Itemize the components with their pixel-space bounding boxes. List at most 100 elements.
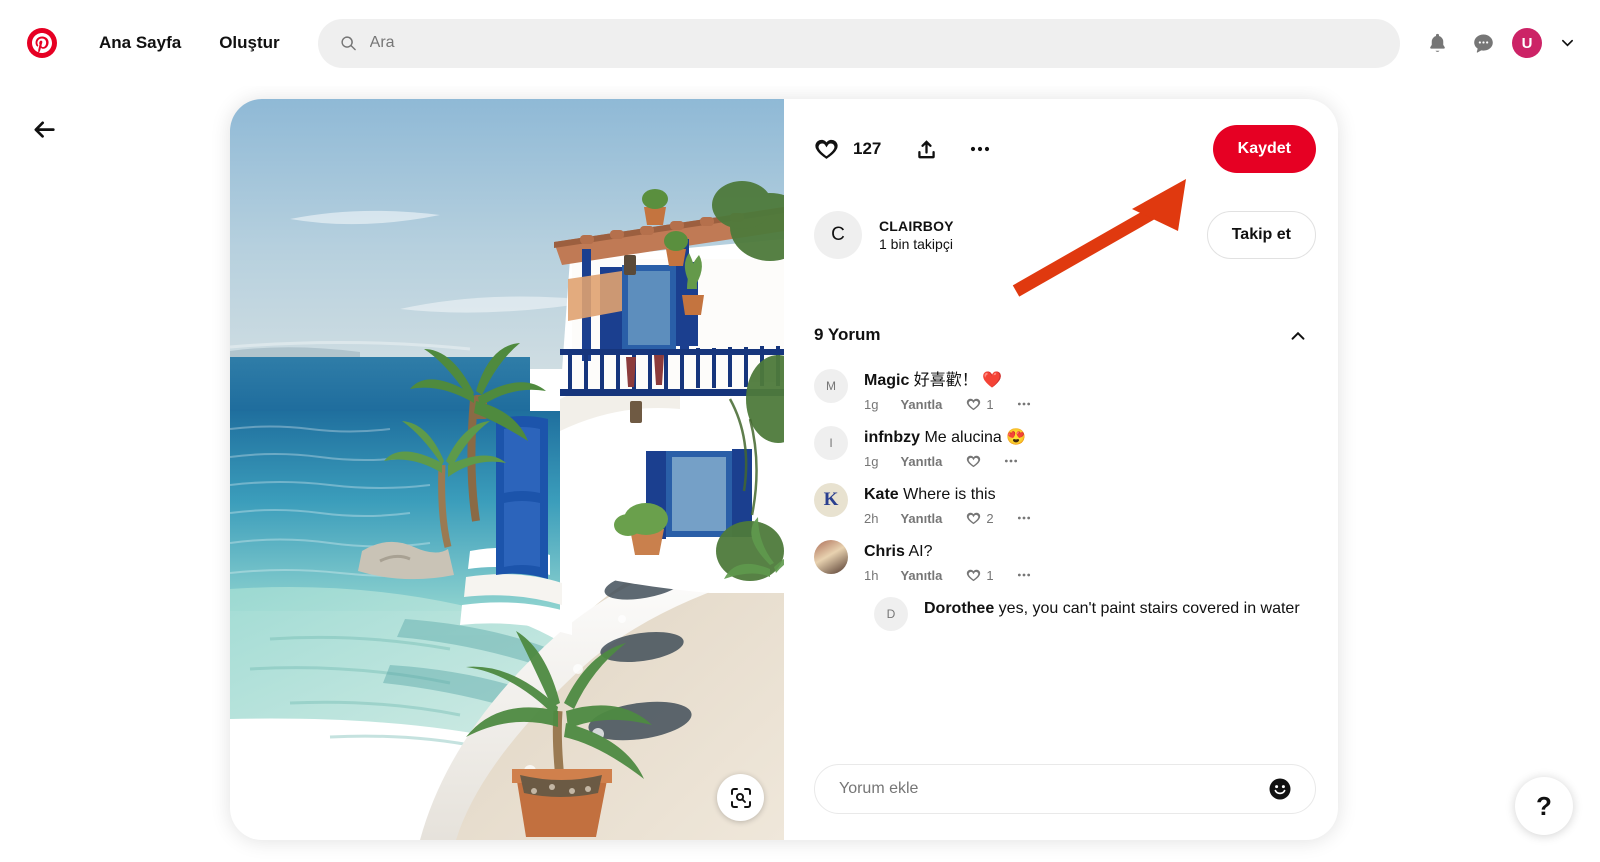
comment-body: Magic 好喜歡！ ❤️ 1g Yanıtla 1 xyxy=(864,369,1032,412)
comment-body: Dorothee yes, you can't paint stairs cov… xyxy=(924,597,1300,631)
comment-like-count: 2 xyxy=(986,510,994,526)
message-bubble-icon xyxy=(1473,33,1493,53)
heart-icon xyxy=(967,569,981,581)
comment-input[interactable] xyxy=(839,780,1267,798)
more-horizontal-icon xyxy=(971,146,990,152)
pin-photo xyxy=(230,99,784,840)
comment-more-options-button[interactable] xyxy=(1003,453,1019,469)
comment-body: Kate Where is this 2h Yanıtla 2 xyxy=(864,483,1032,526)
chevron-up-icon xyxy=(1291,331,1305,340)
follow-button[interactable]: Takip et xyxy=(1206,211,1316,259)
comment-reply-button[interactable]: Yanıtla xyxy=(900,454,942,469)
user-avatar[interactable]: U xyxy=(1512,28,1542,58)
comment-item: Chris AI? 1h Yanıtla 1 xyxy=(814,540,1316,583)
search-bar[interactable] xyxy=(317,18,1400,68)
creator-info: CLAIRBOY 1 bin takipçi xyxy=(879,218,954,252)
like-button[interactable]: 127 xyxy=(814,137,881,162)
heart-icon xyxy=(967,512,981,524)
comment-meta-row: 1g Yanıtla xyxy=(864,453,1026,469)
comment-author-name[interactable]: Kate xyxy=(864,486,899,503)
comment-item: M Magic 好喜歡！ ❤️ 1g Yanıtla 1 xyxy=(814,369,1316,412)
comment-like-button[interactable]: 1 xyxy=(966,567,994,583)
comment-author-name[interactable]: Chris xyxy=(864,543,905,560)
pin-detail-card: 127 Kaydet C CLAIRBOY 1 bin takipçi Taki… xyxy=(230,99,1338,840)
comment-body: Chris AI? 1h Yanıtla 1 xyxy=(864,540,1032,583)
pinterest-logo-icon[interactable] xyxy=(27,28,57,58)
comment-avatar[interactable]: I xyxy=(814,426,848,460)
nav-home[interactable]: Ana Sayfa xyxy=(83,21,197,65)
help-button[interactable]: ? xyxy=(1515,777,1573,835)
comment-reply-item: D Dorothee yes, you can't paint stairs co… xyxy=(874,597,1316,631)
smiley-face-icon xyxy=(1269,778,1291,800)
comment-like-button[interactable]: 1 xyxy=(966,396,994,412)
comment-text-line: infnbzy Me alucina 😍 xyxy=(864,429,1027,446)
comments-count-title: 9 Yorum xyxy=(814,325,881,344)
comment-item: K Kate Where is this 2h Yanıtla 2 xyxy=(814,483,1316,526)
comment-timestamp: 1h xyxy=(864,567,879,583)
comment-like-button[interactable] xyxy=(966,454,981,469)
comment-more-options-button[interactable] xyxy=(1016,567,1032,583)
comment-author-name[interactable]: infnbzy xyxy=(864,429,920,446)
heart-icon xyxy=(967,455,981,467)
share-button[interactable] xyxy=(915,138,938,161)
comment-like-count: 1 xyxy=(986,396,994,412)
pin-detail-panel: 127 Kaydet C CLAIRBOY 1 bin takipçi Taki… xyxy=(784,99,1338,840)
comment-text-line: Magic 好喜歡！ ❤️ xyxy=(864,372,1003,389)
comment-text-line: Chris AI? xyxy=(864,543,933,560)
nav-create[interactable]: Oluştur xyxy=(203,21,295,65)
like-count: 127 xyxy=(853,139,882,158)
comment-avatar[interactable]: M xyxy=(814,369,848,403)
comment-reply-button[interactable]: Yanıtla xyxy=(900,511,942,526)
comment-avatar[interactable] xyxy=(814,540,848,574)
creator-avatar[interactable]: C xyxy=(814,211,862,259)
more-horizontal-icon xyxy=(1017,402,1030,406)
comments-collapse-button[interactable] xyxy=(1280,317,1316,353)
comment-more-options-button[interactable] xyxy=(1016,396,1032,412)
comment-meta-row: 1h Yanıtla 1 xyxy=(864,567,1032,583)
notifications-button[interactable] xyxy=(1414,20,1460,66)
comment-timestamp: 2h xyxy=(864,510,879,526)
comment-item: Iinfnbzy Me alucina 😍 1g Yanıtla xyxy=(814,426,1316,469)
creator-followers: 1 bin takipçi xyxy=(879,236,953,252)
comment-body: infnbzy Me alucina 😍 1g Yanıtla xyxy=(864,426,1026,469)
comment-timestamp: 1g xyxy=(864,396,879,412)
comment-author-name[interactable]: Magic xyxy=(864,372,909,389)
comment-author-name[interactable]: Dorothee xyxy=(924,600,994,617)
pin-more-options-button[interactable] xyxy=(968,137,992,161)
heart-icon xyxy=(967,398,981,410)
bell-icon xyxy=(1429,33,1445,52)
add-comment-field[interactable] xyxy=(814,764,1316,814)
heart-icon xyxy=(815,139,838,159)
comment-reply-button[interactable]: Yanıtla xyxy=(900,568,942,583)
pin-action-row: 127 Kaydet xyxy=(814,99,1316,189)
creator-name[interactable]: CLAIRBOY xyxy=(879,218,954,234)
comment-meta-row: 2h Yanıtla 2 xyxy=(864,510,1032,526)
comment-like-count: 1 xyxy=(986,567,994,583)
comment-avatar[interactable]: D xyxy=(874,597,908,631)
pin-image-container[interactable] xyxy=(230,99,784,840)
share-upload-icon xyxy=(918,139,936,158)
creator-row: C CLAIRBOY 1 bin takipçi Takip et xyxy=(814,199,1316,271)
back-button[interactable] xyxy=(23,108,67,152)
comment-more-options-button[interactable] xyxy=(1016,510,1032,526)
account-menu-chevron-down-icon[interactable] xyxy=(1550,26,1584,60)
arrow-left-icon xyxy=(34,121,55,138)
more-horizontal-icon xyxy=(1017,573,1030,577)
comment-text-line: Dorothee yes, you can't paint stairs cov… xyxy=(924,600,1300,617)
messages-button[interactable] xyxy=(1460,20,1506,66)
visual-search-icon xyxy=(730,787,751,808)
comment-meta-row: 1g Yanıtla 1 xyxy=(864,396,1032,412)
emoji-picker-button[interactable] xyxy=(1267,776,1293,802)
comment-timestamp: 1g xyxy=(864,453,879,469)
save-button[interactable]: Kaydet xyxy=(1212,125,1316,173)
comment-like-button[interactable]: 2 xyxy=(966,510,994,526)
comment-reply-button[interactable]: Yanıtla xyxy=(900,397,942,412)
comment-text-line: Kate Where is this xyxy=(864,486,996,503)
comments-header: 9 Yorum xyxy=(814,317,1316,353)
comment-avatar[interactable]: K xyxy=(814,483,848,517)
top-navigation-bar: Ana Sayfa Oluştur U xyxy=(0,0,1600,86)
search-input[interactable] xyxy=(369,34,1344,52)
more-horizontal-icon xyxy=(1005,459,1018,463)
visual-search-button[interactable] xyxy=(717,774,764,821)
more-horizontal-icon xyxy=(1017,516,1030,520)
